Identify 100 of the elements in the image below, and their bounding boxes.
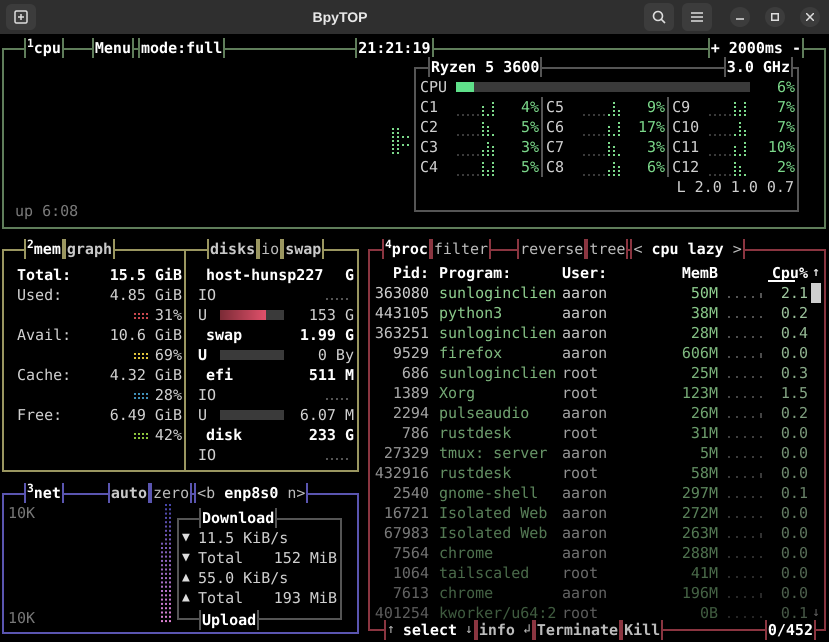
enter-key[interactable]: ↲ [522, 620, 531, 640]
disk-tab[interactable]: swap [282, 239, 324, 259]
next-interface-key[interactable]: n> [287, 483, 306, 503]
traffic-label: 11.5 KiB/s [198, 528, 288, 548]
usage-label: U [198, 345, 208, 365]
up-key[interactable]: ↑ [387, 620, 395, 640]
disk-tab[interactable]: disks [207, 239, 258, 259]
reverse-tab[interactable]: reverse [517, 239, 586, 259]
program-cell-text: tmux: server [438, 443, 548, 463]
program-cell-text: rustdesk [438, 423, 512, 443]
core-label: C7 [546, 137, 566, 157]
maximize-button[interactable] [765, 7, 785, 27]
interval-control[interactable]: + 2000ms - [708, 38, 804, 58]
program-cell-text: tailscaled [438, 563, 530, 583]
window-title: BpyTOP [312, 8, 368, 27]
upload-title: Upload [199, 610, 260, 630]
user-cell-text: aaron [562, 523, 608, 543]
cpu-cell-text: 0.0 [780, 463, 808, 483]
memory-cell-text: 38M [690, 303, 718, 323]
panel-title[interactable]: $^{2}$mem [24, 239, 64, 259]
core-percent: 3% [647, 137, 666, 157]
core-label: C3 [420, 137, 440, 157]
previous-interface-key[interactable]: <b [197, 483, 216, 503]
filter-tab[interactable]: filter [430, 239, 492, 259]
menu-tab[interactable]: Menu [92, 38, 134, 58]
pid-cell-text: 686 [400, 363, 430, 383]
core-percent: 7% [776, 117, 795, 137]
info-control[interactable]: info ↲ [476, 620, 534, 640]
close-button[interactable] [800, 7, 820, 27]
cpu-cell-text: 0.0 [780, 523, 808, 543]
cpu-mini-graph [392, 128, 409, 154]
column-header[interactable]: Cpu% [768, 263, 808, 283]
terminate-button[interactable]: Terminate [534, 620, 622, 640]
core-percent: 2% [776, 157, 795, 177]
core-graph [456, 101, 496, 117]
search-button[interactable] [644, 3, 674, 31]
menu-icon [691, 12, 703, 22]
scrollbar-thumb[interactable] [811, 283, 821, 303]
sort-selector[interactable]: < cpu lazy > [630, 239, 745, 259]
io-label: IO [198, 385, 216, 405]
memory-cell-text: 25M [690, 363, 718, 383]
disk-size: 233 G [308, 425, 354, 445]
minimize-button[interactable] [730, 7, 750, 27]
mode-tab[interactable]: mode:full [138, 38, 226, 58]
pid-cell-text: 27329 [382, 443, 430, 463]
usage-label: U [198, 305, 208, 325]
select-control[interactable]: ↑ select ↓ [384, 620, 476, 640]
column-header[interactable]: Pid: [372, 263, 434, 283]
mem-value: 15.5 GiB [110, 265, 182, 285]
zero-toggle[interactable]: zero [150, 483, 192, 503]
cpu-cell-text: 0.4 [780, 323, 808, 343]
user-cell-text: root [562, 423, 600, 443]
pid-cell-text: 2540 [392, 483, 430, 503]
cpu-cell-text: 0.0 [780, 583, 808, 603]
interface-name: enp8s0 [224, 483, 278, 503]
info-label[interactable]: info [478, 620, 515, 640]
cpu-cell-text: 0.3 [780, 363, 808, 383]
select-label: select [402, 620, 458, 640]
tree-tab[interactable]: tree [586, 239, 628, 259]
cpu-cell-text: 0.0 [780, 543, 808, 563]
core-percent: 5% [520, 157, 540, 177]
column-header[interactable]: User: [562, 263, 658, 283]
down-arrow: ▼ [182, 549, 191, 567]
panel-title[interactable]: $^{3}$net [24, 483, 64, 503]
graph-toggle[interactable]: graph [64, 239, 116, 259]
pid-cell-text: 7564 [392, 543, 430, 563]
disk-name: swap [205, 325, 242, 345]
traffic-label: Total [198, 588, 244, 608]
disk-tab[interactable]: io [258, 239, 282, 259]
mem-label: Avail: [17, 325, 72, 345]
new-tab-button[interactable] [6, 4, 36, 30]
io-label: IO [198, 285, 216, 305]
core-percent: 17% [638, 117, 666, 137]
program-cell-text: kworker/u64:2 [438, 603, 558, 622]
cpu-cell-text: 0.1 [780, 603, 808, 623]
disk-used: 6.07 M [300, 405, 354, 425]
pid-cell-text: 7613 [392, 583, 430, 603]
panel-title[interactable]: $^{4}$proc [382, 239, 431, 259]
disk-used: 153 G [308, 305, 354, 325]
next-sort-key[interactable]: > [732, 239, 742, 259]
column-header[interactable]: Program: [434, 263, 562, 283]
interface-selector[interactable]: <b enp8s0 n> [194, 483, 308, 503]
down-key[interactable]: ↓ [465, 620, 473, 640]
panel-title[interactable]: $^{1}$cpu [24, 38, 64, 58]
core-label: C8 [546, 157, 566, 177]
cpu-label: CPU [420, 77, 448, 97]
memory-cell-text: 41M [690, 563, 718, 583]
kill-button[interactable]: Kill [621, 620, 664, 640]
core-graph [456, 121, 496, 137]
menu-button[interactable] [682, 3, 712, 31]
previous-sort-key[interactable]: < [633, 239, 642, 259]
core-percent: 4% [520, 97, 540, 117]
user-cell-text: aaron [562, 583, 608, 603]
scroll-up-arrow[interactable]: ↑ [808, 263, 824, 283]
column-header[interactable]: MemB [658, 263, 718, 283]
close-icon [806, 13, 814, 21]
program-cell-text: sunloginclien [438, 363, 558, 383]
auto-toggle[interactable]: auto [108, 483, 150, 503]
program-cell-text: sunloginclien [438, 283, 558, 303]
core-graph [708, 141, 748, 157]
